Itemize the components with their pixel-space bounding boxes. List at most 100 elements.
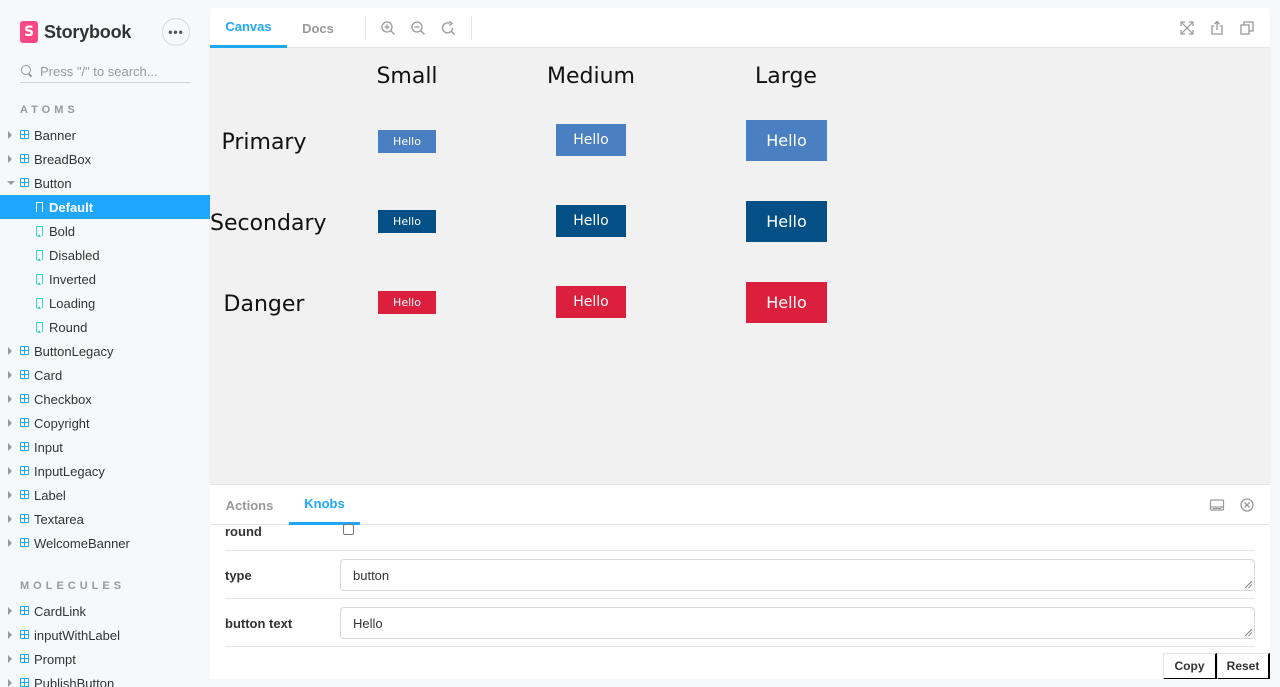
tree-item-label: Prompt xyxy=(34,651,76,667)
component-icon xyxy=(20,538,29,547)
caret-right-icon xyxy=(8,131,12,139)
share-icon[interactable] xyxy=(1209,20,1225,36)
row-heading-secondary: Secondary xyxy=(210,211,327,236)
tree-item-label[interactable]: Label xyxy=(0,483,210,507)
fullscreen-icon[interactable] xyxy=(1179,20,1195,36)
caret-right-icon xyxy=(8,443,12,451)
tree-item-checkbox[interactable]: Checkbox xyxy=(0,387,210,411)
tree-item-label: Copyright xyxy=(34,415,90,431)
story-item-disabled[interactable]: Disabled xyxy=(0,243,210,267)
caret-right-icon xyxy=(8,155,12,163)
story-item-label: Loading xyxy=(49,295,96,311)
tree-item-label: Card xyxy=(34,367,63,383)
story-item-label: Bold xyxy=(49,223,76,239)
tree-item-label: InputLegacy xyxy=(34,463,105,479)
search-icon xyxy=(20,64,34,78)
knob-label-round: round xyxy=(225,524,262,539)
tree-item-breadbox[interactable]: BreadBox xyxy=(0,147,210,171)
zoom-reset-icon[interactable] xyxy=(440,20,456,36)
resize-grip-icon[interactable] xyxy=(1245,581,1252,588)
story-item-round[interactable]: Round xyxy=(0,315,210,339)
story-item-bold[interactable]: Bold xyxy=(0,219,210,243)
tree-item-button[interactable]: Button xyxy=(0,171,210,195)
tree-item-prompt[interactable]: Prompt xyxy=(0,647,210,671)
tab-docs[interactable]: Docs xyxy=(287,8,349,48)
tree-item-inputwithlabel[interactable]: inputWithLabel xyxy=(0,623,210,647)
primary-small-button[interactable]: Hello xyxy=(378,130,436,153)
component-icon xyxy=(20,154,29,163)
story-item-default[interactable]: Default xyxy=(0,195,210,219)
brand[interactable]: S Storybook xyxy=(20,20,131,44)
caret-right-icon xyxy=(8,491,12,499)
component-icon xyxy=(20,394,29,403)
tree-item-copyright[interactable]: Copyright xyxy=(0,411,210,435)
bookmark-icon xyxy=(36,250,43,261)
brand-name: Storybook xyxy=(44,21,132,42)
panel-position-icon[interactable] xyxy=(1209,497,1225,513)
tree-item-publishbutton[interactable]: PublishButton xyxy=(0,671,210,687)
tree-item-label: WelcomeBanner xyxy=(34,535,130,551)
sidebar: S Storybook ••• ATOMS Banner BreadBox Bu… xyxy=(0,0,210,687)
secondary-medium-button[interactable]: Hello xyxy=(556,205,626,237)
zoom-out-icon[interactable] xyxy=(410,20,426,36)
caret-right-icon xyxy=(8,631,12,639)
addons-panel: Actions Knobs round type button button t… xyxy=(210,484,1270,679)
reset-button[interactable]: Reset xyxy=(1217,653,1270,679)
story-item-label: Inverted xyxy=(49,271,96,287)
tree-item-card[interactable]: Card xyxy=(0,363,210,387)
tree-item-banner[interactable]: Banner xyxy=(0,123,210,147)
molecules-tree: CardLink inputWithLabel Prompt PublishBu… xyxy=(0,599,210,687)
type-field-value: button xyxy=(353,568,390,583)
caret-right-icon xyxy=(8,515,12,523)
danger-large-button[interactable]: Hello xyxy=(746,282,827,323)
tree-item-label: Banner xyxy=(34,127,76,143)
primary-large-button[interactable]: Hello xyxy=(746,120,827,161)
bookmark-icon xyxy=(36,226,43,237)
component-icon xyxy=(20,178,29,187)
column-heading-medium: Medium xyxy=(547,64,635,89)
caret-right-icon xyxy=(8,655,12,663)
sidebar-menu-button[interactable]: ••• xyxy=(162,18,190,46)
tree-item-inputlegacy[interactable]: InputLegacy xyxy=(0,459,210,483)
round-checkbox[interactable] xyxy=(343,524,354,535)
caret-right-icon xyxy=(8,539,12,547)
tree-item-cardlink[interactable]: CardLink xyxy=(0,599,210,623)
component-icon xyxy=(20,130,29,139)
tree-item-welcomebanner[interactable]: WelcomeBanner xyxy=(0,531,210,555)
knob-row-button-text: button text Hello xyxy=(225,599,1255,647)
search-input[interactable] xyxy=(40,63,180,79)
button-text-field[interactable]: Hello xyxy=(340,607,1255,639)
tree-item-buttonlegacy[interactable]: ButtonLegacy xyxy=(0,339,210,363)
component-icon xyxy=(20,442,29,451)
story-item-loading[interactable]: Loading xyxy=(0,291,210,315)
bookmark-icon xyxy=(36,298,43,309)
secondary-small-button[interactable]: Hello xyxy=(378,210,436,233)
danger-small-button[interactable]: Hello xyxy=(378,291,436,314)
tree-item-label: BreadBox xyxy=(34,151,92,167)
bookmark-icon xyxy=(36,202,43,213)
zoom-in-icon[interactable] xyxy=(380,20,396,36)
copy-icon[interactable] xyxy=(1239,20,1255,36)
component-icon xyxy=(20,678,29,687)
copy-button[interactable]: Copy xyxy=(1163,653,1217,679)
column-heading-small: Small xyxy=(376,64,438,89)
secondary-large-button[interactable]: Hello xyxy=(746,201,827,242)
tree-item-label: Button xyxy=(34,175,72,191)
bookmark-icon xyxy=(36,274,43,285)
tree-item-label: ButtonLegacy xyxy=(34,343,114,359)
preview-panel: Canvas Docs Small Medium Large Primary S… xyxy=(210,8,1270,484)
knob-label-type: type xyxy=(225,568,252,583)
primary-medium-button[interactable]: Hello xyxy=(556,124,626,156)
storybook-logo-icon: S xyxy=(20,21,38,43)
type-field[interactable]: button xyxy=(340,559,1255,591)
tree-item-textarea[interactable]: Textarea xyxy=(0,507,210,531)
danger-medium-button[interactable]: Hello xyxy=(556,286,626,318)
close-panel-icon[interactable] xyxy=(1239,497,1255,513)
tree-item-input[interactable]: Input xyxy=(0,435,210,459)
resize-grip-icon[interactable] xyxy=(1245,629,1252,636)
tab-canvas[interactable]: Canvas xyxy=(210,8,287,48)
story-item-inverted[interactable]: Inverted xyxy=(0,267,210,291)
caret-right-icon xyxy=(8,467,12,475)
component-icon xyxy=(20,418,29,427)
knob-row-type: type button xyxy=(225,551,1255,599)
